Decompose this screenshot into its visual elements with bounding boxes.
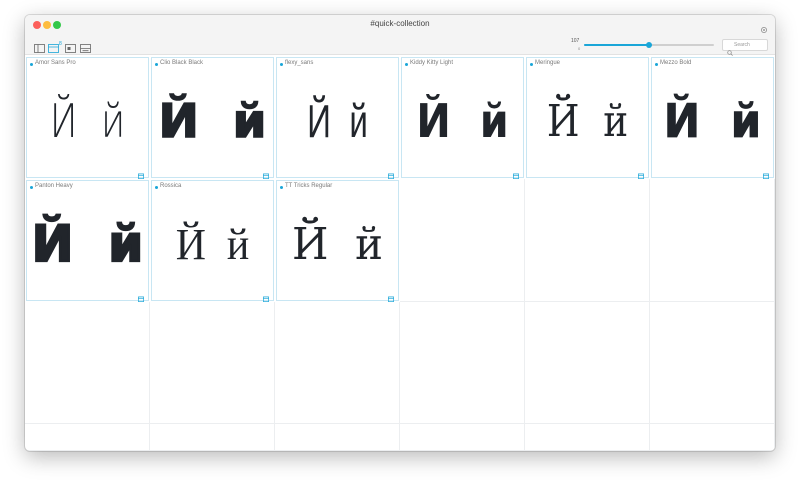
font-name: Amor Sans Pro	[35, 60, 76, 66]
empty-cell	[525, 179, 650, 302]
sidebar-toggle-icon[interactable]	[34, 40, 45, 53]
empty-cell	[650, 179, 775, 302]
font-card[interactable]: Amor Sans Pro Й й	[26, 57, 149, 179]
empty-cell	[525, 302, 650, 451]
font-card[interactable]: Panton Heavy Й й	[26, 180, 149, 302]
cell-divider	[150, 423, 274, 424]
active-dot	[530, 63, 533, 66]
empty-cell	[650, 302, 775, 451]
active-dot	[405, 63, 408, 66]
font-card[interactable]: flexy_sans Й й	[276, 57, 399, 179]
font-name: Kiddy Kitty Light	[410, 60, 454, 66]
cell-divider	[400, 423, 524, 424]
calendar-icon[interactable]	[138, 166, 144, 179]
search-icon	[727, 43, 733, 56]
calendar-icon[interactable]	[388, 166, 394, 179]
font-name: Panton Heavy	[35, 183, 73, 189]
calendar-icon[interactable]	[638, 166, 644, 179]
glyph-sample: Й й	[292, 218, 383, 270]
title-bar: #quick-collection	[25, 15, 775, 35]
active-dot	[655, 63, 658, 66]
slider-knob[interactable]	[646, 42, 652, 48]
calendar-icon[interactable]	[388, 289, 394, 302]
collection-view-icon[interactable]	[48, 40, 59, 53]
glyph-sample: Й й	[663, 94, 762, 149]
empty-cell	[150, 302, 275, 451]
cell-divider	[650, 423, 774, 424]
font-name: Rossica	[160, 183, 182, 189]
glyph-sample: Й й	[175, 219, 250, 269]
glyph-sample: Й й	[416, 94, 509, 148]
font-name: flexy_sans	[285, 60, 314, 66]
font-name: Mezzo Bold	[660, 60, 692, 66]
empty-cell	[400, 179, 525, 302]
window-title: #quick-collection	[370, 19, 430, 28]
cell-divider	[25, 423, 149, 424]
glyph-sample: Й й	[158, 93, 268, 149]
active-dot	[280, 186, 283, 189]
calendar-icon[interactable]	[263, 289, 269, 302]
cell-divider	[275, 423, 399, 424]
preview-size-slider[interactable]	[584, 42, 714, 48]
calendar-icon[interactable]	[138, 289, 144, 302]
slider-fill	[584, 44, 649, 46]
empty-cell	[25, 302, 150, 451]
glyph-sample: Й й	[307, 95, 368, 147]
glyph-sample: Й й	[546, 95, 629, 147]
calendar-icon[interactable]	[763, 166, 769, 179]
search-field[interactable]	[722, 39, 768, 56]
font-card[interactable]: Meringue Й й	[526, 57, 649, 179]
font-grid: Amor Sans Pro Й й Clio Black Black Й й flexy…	[25, 56, 775, 451]
glyph-sample: Й й	[49, 94, 126, 148]
calendar-icon[interactable]	[513, 166, 519, 179]
toolbar: 8 107 0	[25, 35, 775, 56]
active-dot	[155, 186, 158, 189]
font-card[interactable]: Mezzo Bold Й й	[651, 57, 774, 179]
font-name: Clio Black Black	[160, 60, 204, 66]
app-window: #quick-collection 8 107 0 Search Amor Sa…	[25, 15, 775, 451]
empty-cell	[400, 302, 525, 451]
preview-size-value: 107	[571, 38, 580, 44]
collection-count-badge: 8	[59, 41, 62, 47]
font-card[interactable]: Clio Black Black Й й	[151, 57, 274, 179]
font-name: TT Tricks Regular	[285, 183, 333, 189]
list-view-icon[interactable]	[80, 40, 91, 53]
font-card[interactable]: TT Tricks Regular Й й	[276, 180, 399, 302]
font-card[interactable]: Kiddy Kitty Light Й й	[401, 57, 524, 179]
active-dot	[30, 63, 33, 66]
gear-icon[interactable]	[760, 21, 768, 34]
preview-size-min: 0	[578, 46, 581, 51]
font-name: Meringue	[535, 60, 561, 66]
search-input[interactable]	[734, 41, 766, 49]
calendar-icon[interactable]	[263, 166, 269, 179]
cell-divider	[525, 423, 649, 424]
glyph-sample: Й й	[31, 214, 145, 274]
active-dot	[280, 63, 283, 66]
active-dot	[30, 186, 33, 189]
preview-view-icon[interactable]	[65, 40, 76, 53]
font-card[interactable]: Rossica Й й	[151, 180, 274, 302]
active-dot	[155, 63, 158, 66]
empty-cell	[275, 302, 400, 451]
